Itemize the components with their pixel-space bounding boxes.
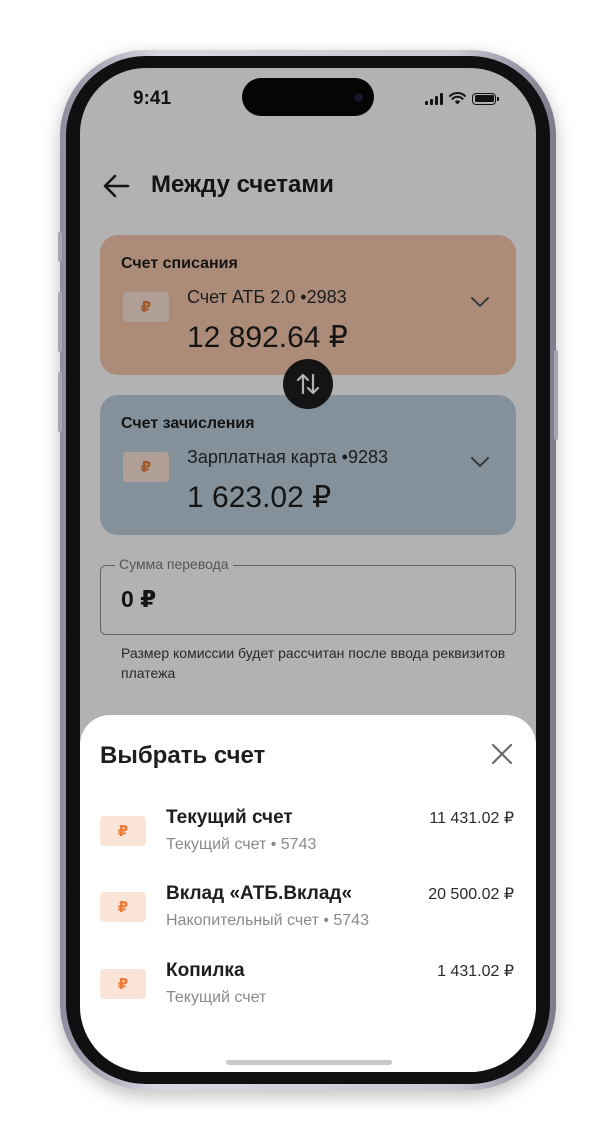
volume-up-button bbox=[58, 292, 62, 352]
account-subtitle: Текущий счет bbox=[166, 989, 267, 1006]
account-amount: 1 431.02 ₽ bbox=[437, 963, 514, 980]
silent-switch bbox=[58, 232, 62, 262]
account-subtitle: Текущий счет • 5743 bbox=[166, 836, 317, 853]
dynamic-island bbox=[242, 78, 374, 116]
account-name: Копилка bbox=[166, 960, 245, 981]
ruble-icon: ₽ bbox=[100, 816, 146, 846]
list-item[interactable]: ₽ Текущий счет Текущий счет • 5743 11 43… bbox=[80, 807, 536, 869]
account-subtitle: Накопительный счет • 5743 bbox=[166, 912, 369, 929]
ruble-icon: ₽ bbox=[100, 969, 146, 999]
home-indicator bbox=[226, 1060, 392, 1065]
close-icon[interactable] bbox=[490, 742, 514, 766]
power-button bbox=[554, 350, 558, 440]
account-name: Текущий счет bbox=[166, 807, 293, 828]
account-amount: 20 500.02 ₽ bbox=[428, 886, 514, 903]
select-account-sheet: Выбрать счет ₽ Текущий счет Текущий счет… bbox=[80, 715, 536, 1072]
list-item[interactable]: ₽ Вклад «АТБ.Вклад« Накопительный счет •… bbox=[80, 883, 536, 945]
list-item[interactable]: ₽ Копилка Текущий счет 1 431.02 ₽ bbox=[80, 960, 536, 1022]
phone-screen: 9:41 Между счетами Счет списания ₽ Счет … bbox=[80, 68, 536, 1072]
ruble-icon: ₽ bbox=[100, 892, 146, 922]
volume-down-button bbox=[58, 372, 62, 432]
account-amount: 11 431.02 ₽ bbox=[429, 810, 514, 827]
account-name: Вклад «АТБ.Вклад« bbox=[166, 883, 353, 904]
sheet-title: Выбрать счет bbox=[100, 742, 266, 769]
front-camera bbox=[354, 93, 363, 102]
